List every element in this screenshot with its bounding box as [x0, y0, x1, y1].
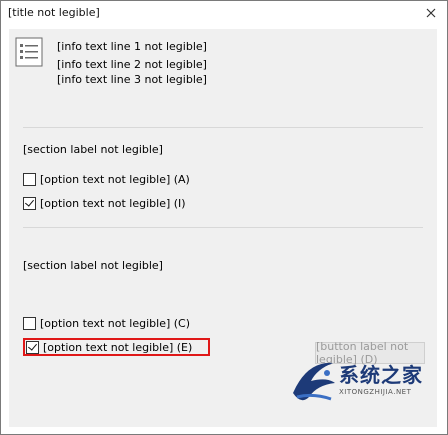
section-label-1: [section label not legible] — [23, 143, 163, 156]
info-line-2: [info text line 2 not legible] — [57, 58, 207, 71]
document-list-icon — [15, 37, 43, 67]
option-i-label: [option text not legible] (I) — [40, 196, 186, 210]
option-a-label: [option text not legible] (A) — [40, 172, 190, 186]
info-line-3: [info text line 3 not legible] — [57, 73, 207, 86]
xi-logo-icon — [293, 362, 335, 401]
divider — [23, 127, 423, 128]
watermark-logo: 系统之家 XITONGZHIJIA.NET — [287, 353, 437, 409]
divider — [23, 227, 423, 228]
close-button[interactable] — [415, 1, 447, 25]
checkbox-e[interactable] — [26, 340, 39, 354]
close-icon — [426, 8, 436, 18]
title-bar: [title not legible] — [1, 1, 447, 25]
window-title: [title not legible] — [8, 6, 100, 19]
checkbox-a[interactable] — [23, 172, 36, 186]
logo-cn-text: 系统之家 — [339, 363, 423, 387]
option-row-a[interactable]: [option text not legible] (A) — [23, 171, 190, 187]
option-row-c[interactable]: [option text not legible] (C) — [23, 315, 190, 331]
option-e-label: [option text not legible] (E) — [43, 340, 193, 354]
info-description: [info text line 1 not legible] [info tex… — [57, 39, 429, 87]
checkbox-c[interactable] — [23, 316, 36, 330]
option-c-label: [option text not legible] (C) — [40, 316, 191, 330]
option-row-i[interactable]: [option text not legible] (I) — [23, 195, 186, 211]
logo-en-text: XITONGZHIJIA.NET — [339, 388, 412, 396]
properties-dialog: [title not legible] [info text line 1 no… — [0, 0, 448, 435]
info-line-1: [info text line 1 not legible] — [57, 40, 207, 53]
section-label-2: [section label not legible] — [23, 259, 163, 272]
option-row-e[interactable]: [option text not legible] (E) — [26, 339, 192, 355]
checkbox-i[interactable] — [23, 196, 36, 210]
